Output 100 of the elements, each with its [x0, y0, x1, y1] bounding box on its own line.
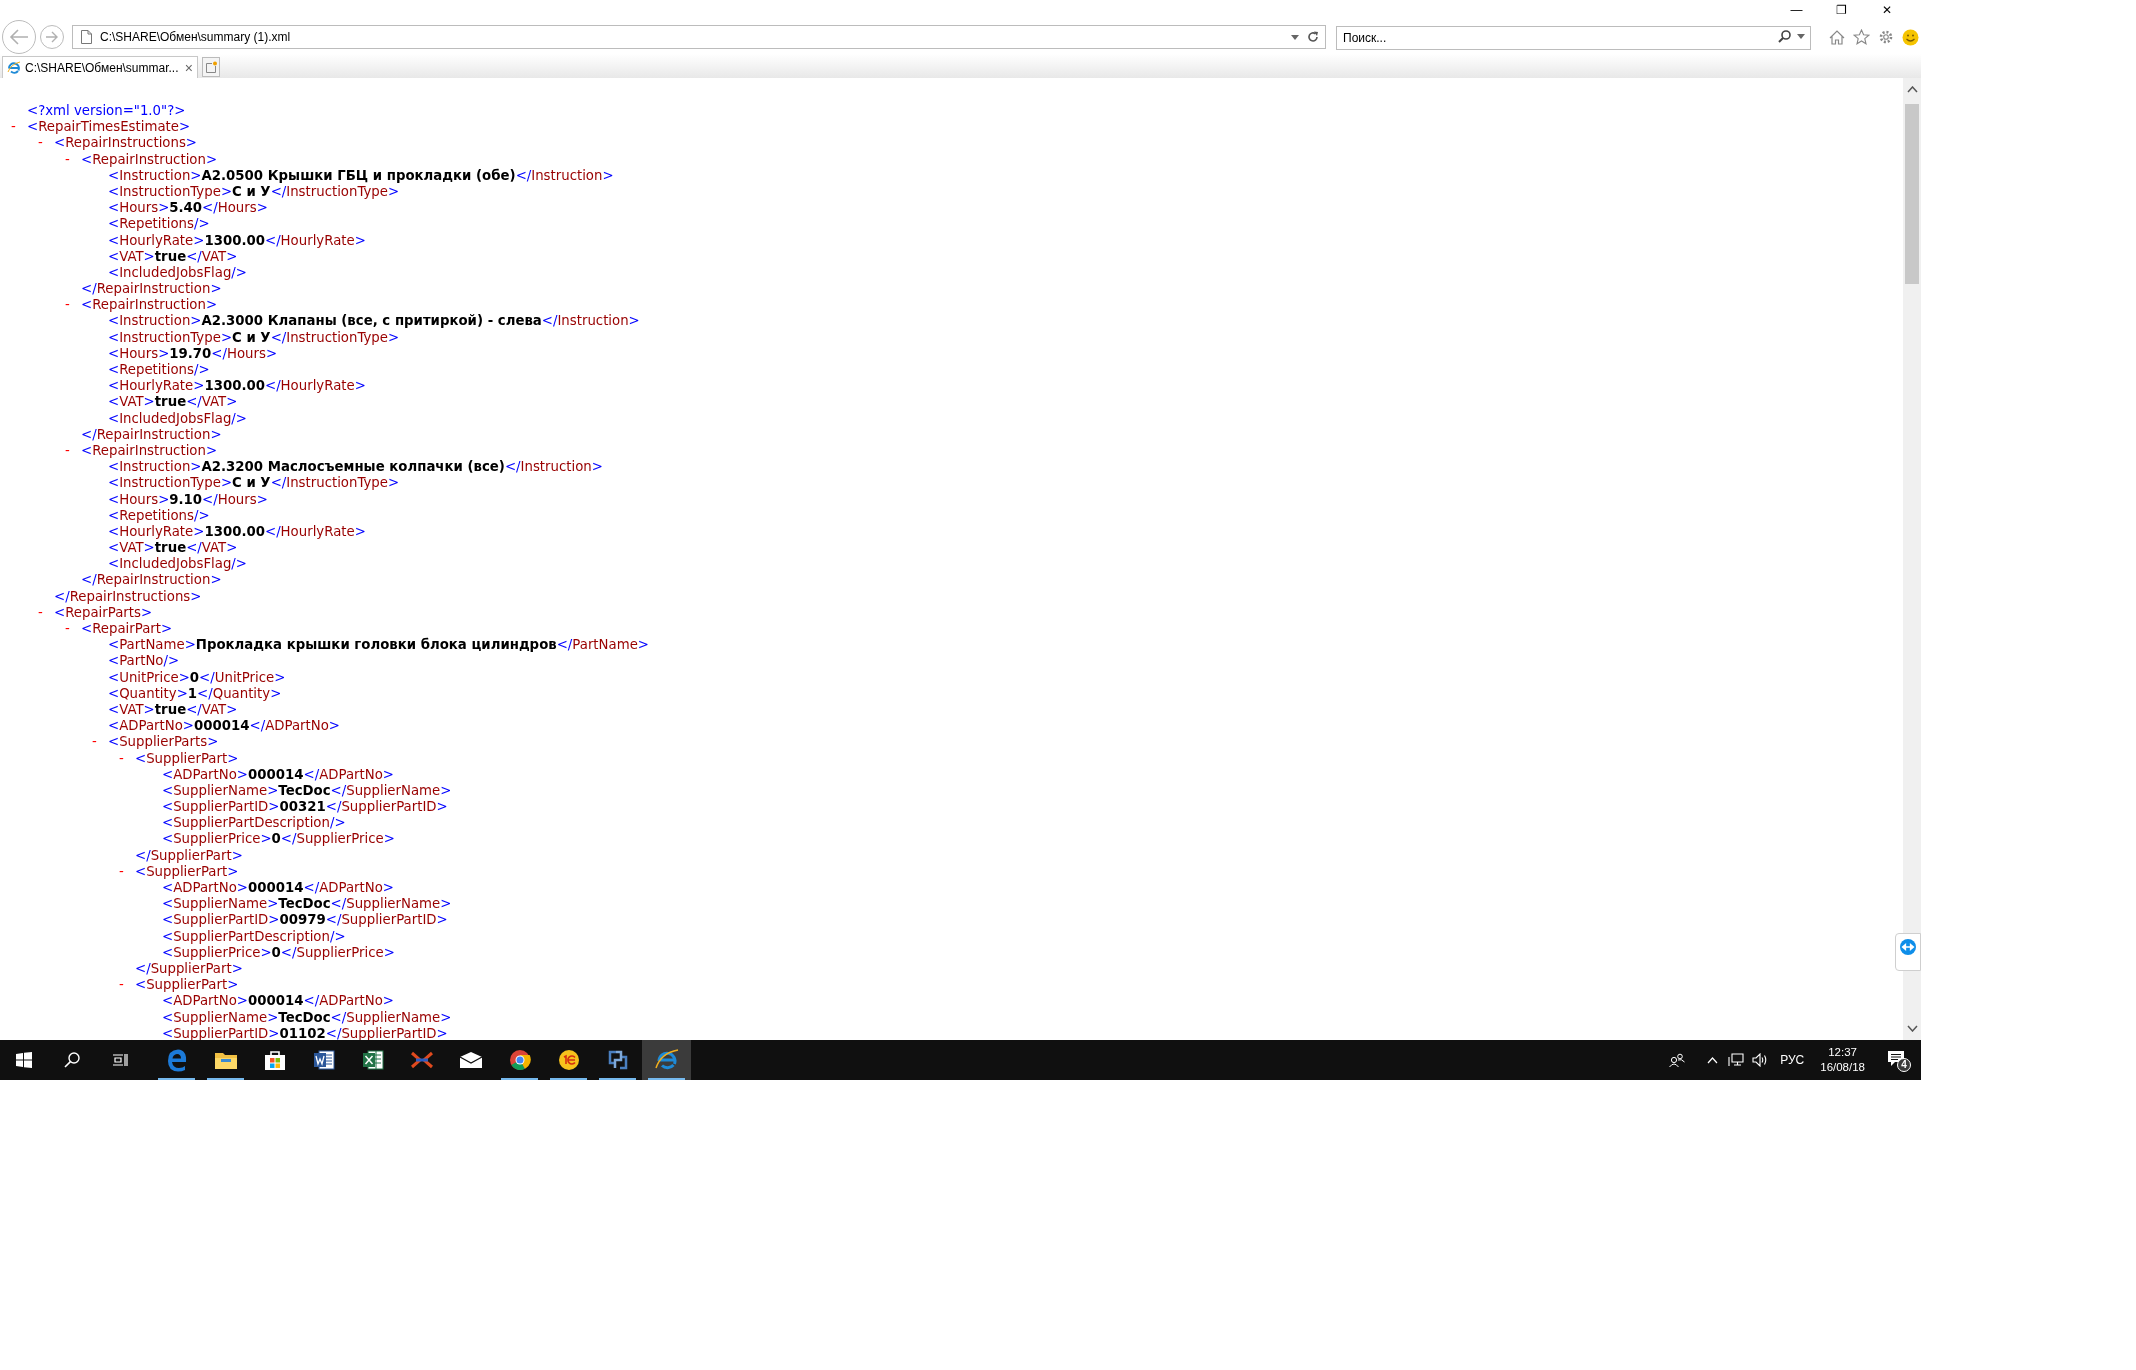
address-text: C:\SHARE\Обмен\summary (1).xml — [100, 29, 292, 46]
xml-empty-element: <Repetitions/> — [108, 507, 210, 524]
xml-element-line: <UnitPrice>0</UnitPrice> — [108, 669, 286, 686]
xml-element-line: <InstructionType>С и У</InstructionType> — [108, 475, 400, 492]
collapse-toggle[interactable]: - — [65, 297, 70, 314]
collapse-toggle[interactable]: - — [119, 977, 124, 994]
xml-empty-element: <IncludedJobsFlag/> — [108, 264, 247, 282]
xml-element-line: <Instruction>A2.0500 Крышки ГБЦ и прокладки (обе)</Instruction> — [108, 167, 614, 184]
tab-close-button[interactable]: × — [184, 60, 193, 75]
browser-logo-icon — [7, 60, 21, 75]
collapse-toggle[interactable]: - — [11, 119, 16, 136]
xml-close-tag: </RepairInstruction> — [81, 572, 222, 589]
restore-button[interactable]: ❐ — [1819, 0, 1864, 20]
settings-icon[interactable] — [1878, 29, 1894, 45]
xml-open-tag: <SupplierPart> — [135, 750, 239, 767]
xml-close-tag: </RepairInstruction> — [81, 426, 222, 443]
collapse-toggle[interactable]: - — [65, 442, 70, 460]
notification-count-badge: 4 — [1897, 1058, 1911, 1072]
volume-icon[interactable] — [1752, 1053, 1769, 1067]
xml-element-line: <HourlyRate>1300.00</HourlyRate> — [108, 232, 366, 249]
xml-element-line: <PartName>Прокладка крышки головки блока цилиндров</PartName> — [108, 637, 649, 654]
xml-empty-element: <IncludedJobsFlag/> — [108, 556, 247, 573]
close-button[interactable]: ✕ — [1864, 0, 1909, 20]
new-tab-button[interactable] — [202, 57, 220, 77]
xml-element-line: <ADPartNo>000014</ADPartNo> — [162, 880, 394, 897]
xml-element-line: <VAT>true</VAT> — [108, 394, 238, 411]
chevron-up-icon[interactable] — [1707, 1056, 1719, 1064]
collapse-toggle[interactable]: - — [119, 750, 124, 767]
xml-empty-element: <Repetitions/> — [108, 362, 210, 379]
search-icon[interactable] — [1778, 30, 1791, 43]
browser-logo-icon — [654, 1048, 679, 1072]
spreadsheet-x-icon — [361, 1049, 384, 1071]
xml-element-line: <SupplierPrice>0</SupplierPrice> — [162, 944, 395, 961]
xml-element-line: <VAT>true</VAT> — [108, 248, 238, 265]
xml-open-tag: <RepairInstruction> — [81, 151, 218, 168]
collapse-toggle[interactable]: - — [65, 151, 70, 168]
collapse-toggle[interactable]: - — [38, 604, 43, 621]
clock[interactable]: 12:37 16/08/18 — [1820, 1045, 1865, 1075]
xml-element-line: <ADPartNo>000014</ADPartNo> — [162, 766, 394, 783]
xml-element-line: <HourlyRate>1300.00</HourlyRate> — [108, 523, 366, 541]
x-logo-icon — [409, 1051, 434, 1069]
xml-empty-element: <Repetitions/> — [108, 216, 210, 233]
dropdown-arrow-icon[interactable] — [1797, 34, 1805, 39]
xml-close-tag: </SupplierPart> — [135, 847, 243, 864]
dropdown-arrow-icon[interactable] — [1291, 34, 1299, 40]
windows-start-icon[interactable] — [16, 1052, 32, 1068]
browser-tab[interactable]: C:\SHARE\Обмен\summar... × — [2, 56, 198, 78]
forward-arrow-icon — [45, 31, 59, 43]
xml-open-tag: <SupplierParts> — [108, 734, 219, 751]
xml-element-line: <Hours>19.70</Hours> — [108, 345, 278, 362]
xml-element-line: <Instruction>A2.3200 Маслосъемные колпачки (все)</Instruction> — [108, 459, 603, 476]
task-view-icon[interactable] — [112, 1052, 128, 1068]
xml-close-tag: </SupplierPart> — [135, 960, 243, 978]
collapse-toggle[interactable]: - — [119, 863, 124, 880]
xml-element-line: <SupplierPrice>0</SupplierPrice> — [162, 831, 395, 848]
xml-element-line: <Hours>5.40</Hours> — [108, 200, 268, 217]
search-field[interactable]: Поиск... — [1336, 26, 1811, 50]
smiley-icon[interactable] — [1902, 28, 1919, 46]
xml-open-tag: <RepairInstruction> — [81, 297, 218, 314]
star-icon[interactable] — [1853, 29, 1870, 45]
scrollbar-thumb[interactable] — [1905, 104, 1919, 284]
xml-empty-element: <SupplierPartDescription/> — [162, 815, 346, 832]
shopping-bag-icon — [263, 1049, 286, 1071]
search-icon[interactable] — [64, 1052, 80, 1068]
xml-element-line: <VAT>true</VAT> — [108, 701, 238, 719]
xml-element-line: <InstructionType>С и У</InstructionType> — [108, 329, 400, 346]
xml-element-line: <SupplierName>TecDoc</SupplierName> — [162, 1009, 452, 1026]
xml-element-line: <SupplierPartID>00979</SupplierPartID> — [162, 912, 448, 929]
collapse-toggle[interactable]: - — [92, 734, 97, 751]
collapse-toggle[interactable]: - — [38, 135, 43, 152]
xml-element-line: <ADPartNo>000014</ADPartNo> — [162, 993, 394, 1010]
xml-empty-element: <PartNo/> — [108, 653, 180, 670]
xml-declaration: <?xml version="1.0"?> — [27, 103, 186, 120]
xml-open-tag: <RepairInstruction> — [81, 442, 218, 460]
xml-close-tag: </RepairInstructions> — [54, 588, 202, 605]
xml-open-tag: <SupplierPart> — [135, 863, 239, 880]
language-indicator[interactable]: РУС — [1780, 1051, 1805, 1069]
document-w-icon — [312, 1049, 335, 1071]
xml-element-line: <SupplierName>TecDoc</SupplierName> — [162, 896, 452, 913]
xml-element-line: <SupplierPartID>01102</SupplierPartID> — [162, 1025, 448, 1040]
address-bar[interactable]: C:\SHARE\Обмен\summary (1).xml — [72, 25, 1326, 49]
xml-element-line: <Instruction>A2.3000 Клапаны (все, с притиркой) - слева</Instruction> — [108, 313, 640, 330]
xml-element-line: <SupplierName>TecDoc</SupplierName> — [162, 782, 452, 800]
xml-element-line: <Quantity>1</Quantity> — [108, 685, 282, 702]
home-icon[interactable] — [1829, 29, 1845, 45]
linked-squares-icon — [606, 1049, 629, 1071]
collapse-toggle[interactable]: - — [65, 621, 70, 638]
minimize-button[interactable]: — — [1774, 0, 1819, 20]
side-tab-icon[interactable] — [1895, 933, 1921, 971]
xml-element-line: <InstructionType>С и У</InstructionType> — [108, 183, 400, 201]
refresh-icon[interactable] — [1307, 31, 1319, 43]
network-icon[interactable] — [1728, 1052, 1745, 1068]
notification-center-button[interactable]: 4 — [1887, 1048, 1911, 1072]
xml-empty-element: <IncludedJobsFlag/> — [108, 410, 247, 427]
xml-element-line: <ADPartNo>000014</ADPartNo> — [108, 718, 340, 735]
folder-icon — [213, 1050, 238, 1070]
tab-label: C:\SHARE\Обмен\summar... — [25, 59, 180, 77]
xml-open-tag: <RepairParts> — [54, 604, 153, 621]
people-icon[interactable] — [1669, 1052, 1686, 1068]
envelope-icon — [458, 1051, 483, 1069]
